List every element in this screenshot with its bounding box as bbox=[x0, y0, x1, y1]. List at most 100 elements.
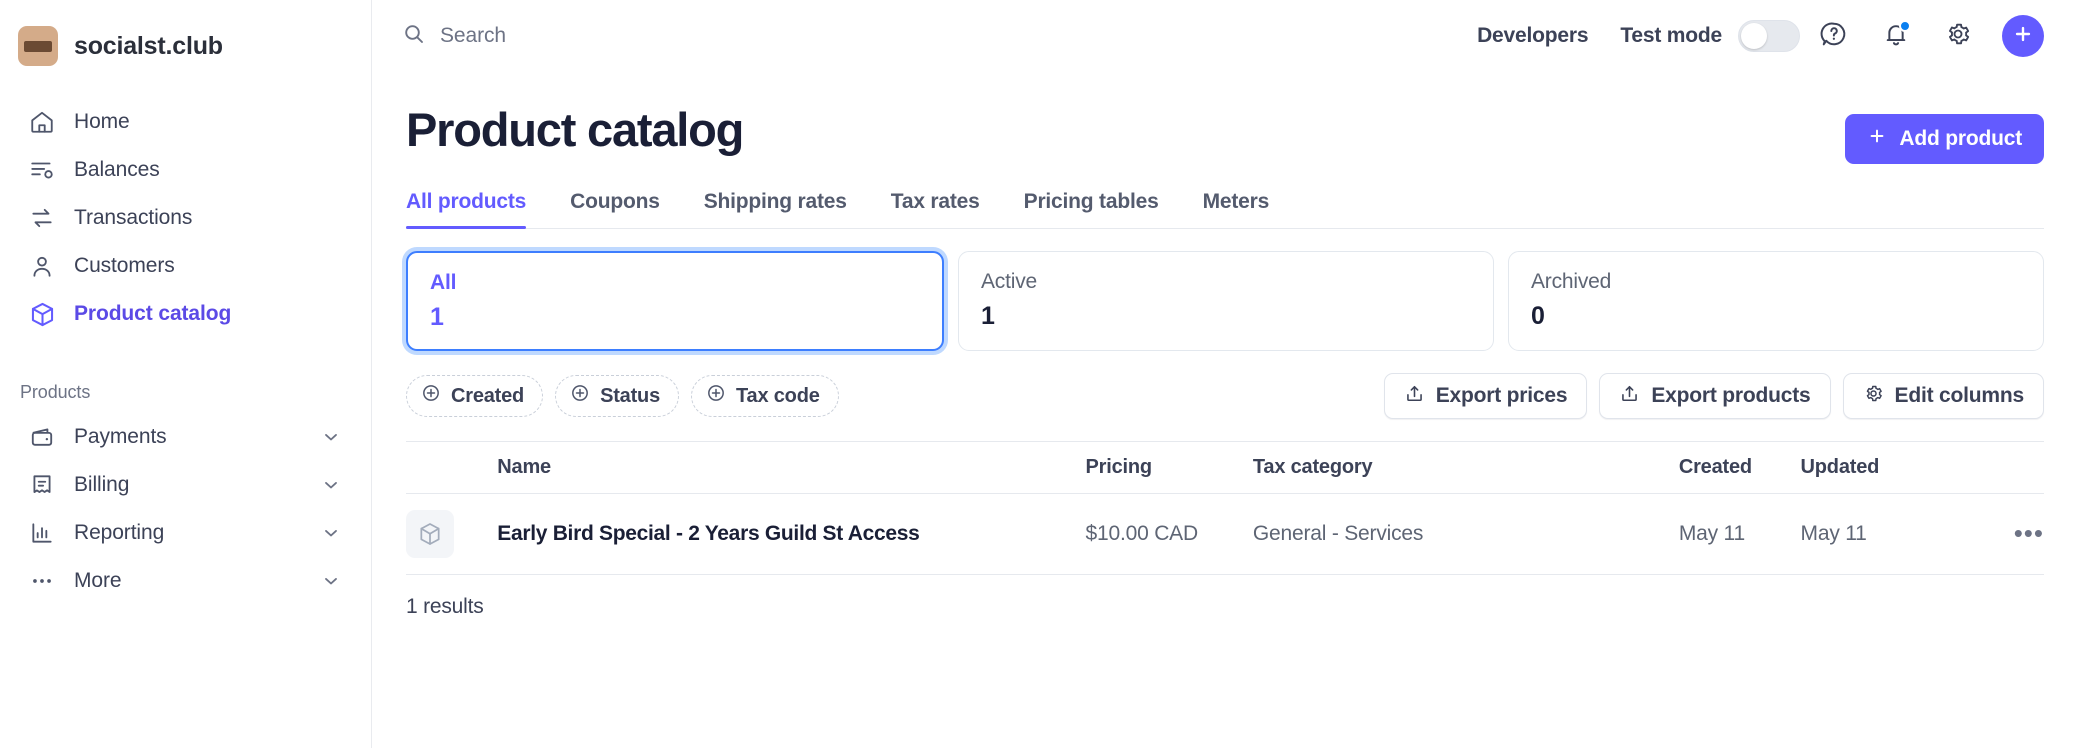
table-body: Early Bird Special - 2 Years Guild St Ac… bbox=[406, 493, 2044, 575]
column-header-pricing: Pricing bbox=[1085, 441, 1253, 494]
developers-link[interactable]: Developers bbox=[1455, 24, 1610, 48]
plus-circle-icon bbox=[570, 383, 590, 409]
column-header-menu bbox=[1983, 441, 2044, 494]
sidebar-item-billing[interactable]: Billing bbox=[10, 461, 361, 509]
sidebar-item-transactions[interactable]: Transactions bbox=[10, 194, 361, 242]
tab-tax-rates[interactable]: Tax rates bbox=[869, 190, 1002, 228]
main-area: Search Developers Test mode Product cata… bbox=[372, 0, 2078, 748]
product-tax-category-cell: General - Services bbox=[1252, 493, 1679, 575]
balances-icon bbox=[28, 156, 56, 184]
product-pricing-cell: $10.00 CAD bbox=[1085, 493, 1253, 575]
sidebar-item-label: Billing bbox=[74, 473, 130, 496]
toggle-knob bbox=[1741, 23, 1767, 49]
stat-card-archived[interactable]: Archived 0 bbox=[1508, 251, 2044, 351]
brand-name: socialst.club bbox=[74, 31, 223, 60]
stat-card-label: Archived bbox=[1531, 270, 1612, 293]
plus-icon bbox=[1867, 126, 1887, 152]
plus-circle-icon bbox=[421, 383, 441, 409]
stat-card-all[interactable]: All 1 bbox=[406, 251, 944, 351]
more-icon bbox=[28, 567, 56, 595]
home-icon bbox=[28, 108, 56, 136]
help-icon bbox=[1820, 20, 1848, 53]
sidebar-item-label: Payments bbox=[74, 425, 167, 448]
sidebar-item-home[interactable]: Home bbox=[10, 98, 361, 146]
sidebar-item-label: More bbox=[74, 569, 122, 592]
edit-columns-button[interactable]: Edit columns bbox=[1842, 373, 2044, 419]
customers-icon bbox=[28, 252, 56, 280]
test-mode-label: Test mode bbox=[1620, 24, 1722, 47]
sidebar-item-product-catalog[interactable]: Product catalog bbox=[10, 290, 361, 338]
plus-circle-icon bbox=[706, 383, 726, 409]
sidebar-item-label: Product catalog bbox=[74, 302, 232, 325]
page-header: Product catalog Add product bbox=[406, 72, 2044, 164]
transactions-icon bbox=[28, 204, 56, 232]
filter-toolbar: Created Status Tax code Export prices Ex… bbox=[406, 373, 2044, 419]
sidebar-item-payments[interactable]: Payments bbox=[10, 413, 361, 461]
settings-button[interactable] bbox=[1930, 8, 1986, 64]
chevron-down-icon bbox=[321, 475, 341, 495]
filter-chip-label: Tax code bbox=[736, 384, 820, 407]
filter-chip-label: Status bbox=[600, 384, 661, 407]
add-product-label: Add product bbox=[1899, 127, 2022, 150]
sidebar-item-customers[interactable]: Customers bbox=[10, 242, 361, 290]
column-header-name: Name bbox=[497, 441, 1086, 494]
row-overflow-menu-icon[interactable]: ••• bbox=[2014, 518, 2044, 548]
chevron-down-icon bbox=[321, 571, 341, 591]
notification-badge bbox=[1899, 20, 1911, 32]
tab-meters[interactable]: Meters bbox=[1181, 190, 1292, 228]
product-name-cell[interactable]: Early Bird Special - 2 Years Guild St Ac… bbox=[497, 493, 1086, 575]
reporting-icon bbox=[28, 519, 56, 547]
sidebar-item-balances[interactable]: Balances bbox=[10, 146, 361, 194]
product-name: Early Bird Special - 2 Years Guild St Ac… bbox=[497, 522, 920, 545]
search-input[interactable]: Search bbox=[402, 22, 506, 51]
tab-coupons[interactable]: Coupons bbox=[548, 190, 682, 228]
app-root: socialst.club Home Balances Transactions… bbox=[0, 0, 2078, 748]
page-title: Product catalog bbox=[406, 103, 744, 156]
tab-pricing-tables[interactable]: Pricing tables bbox=[1002, 190, 1181, 228]
status-filter-cards: All 1 Active 1 Archived 0 bbox=[406, 251, 2044, 351]
filter-chip-status[interactable]: Status bbox=[555, 375, 680, 417]
column-header-icon bbox=[406, 441, 498, 494]
stat-card-value: 1 bbox=[430, 303, 444, 331]
results-count: 1 results bbox=[406, 595, 484, 618]
sidebar-item-label: Balances bbox=[74, 158, 160, 181]
page-content: Product catalog Add product All products… bbox=[372, 72, 2078, 619]
export-products-button[interactable]: Export products bbox=[1599, 373, 1831, 419]
export-prices-label: Export prices bbox=[1435, 384, 1568, 407]
sidebar-item-reporting[interactable]: Reporting bbox=[10, 509, 361, 557]
filter-chip-tax-code[interactable]: Tax code bbox=[691, 375, 839, 417]
export-prices-button[interactable]: Export prices bbox=[1383, 373, 1588, 419]
stat-card-value: 1 bbox=[981, 302, 995, 330]
table-row[interactable]: Early Bird Special - 2 Years Guild St Ac… bbox=[406, 493, 2044, 575]
product-box-icon bbox=[406, 510, 454, 558]
create-new-button[interactable] bbox=[2002, 15, 2044, 57]
notifications-button[interactable] bbox=[1868, 8, 1924, 64]
sidebar-item-label: Reporting bbox=[74, 521, 165, 544]
column-header-created: Created bbox=[1678, 441, 1801, 494]
tab-shipping-rates[interactable]: Shipping rates bbox=[682, 190, 869, 228]
sidebar-item-more[interactable]: More bbox=[10, 557, 361, 605]
chevron-down-icon bbox=[321, 427, 341, 447]
filter-chip-created[interactable]: Created bbox=[406, 375, 544, 417]
plus-icon bbox=[2012, 23, 2034, 50]
product-row-menu-cell: ••• bbox=[1983, 493, 2044, 575]
brand-header[interactable]: socialst.club bbox=[0, 0, 371, 66]
export-products-label: Export products bbox=[1651, 384, 1811, 407]
test-mode-toggle[interactable] bbox=[1738, 20, 1800, 52]
avatar-logo-bar bbox=[24, 40, 52, 52]
sidebar: socialst.club Home Balances Transactions… bbox=[0, 0, 372, 748]
table-header-row: Name Pricing Tax category Created Update… bbox=[406, 441, 2044, 494]
avatar bbox=[18, 26, 58, 66]
products-table: Name Pricing Tax category Created Update… bbox=[406, 441, 2044, 575]
add-product-button[interactable]: Add product bbox=[1845, 114, 2044, 164]
tab-all-products[interactable]: All products bbox=[406, 190, 548, 229]
search-placeholder: Search bbox=[440, 24, 506, 47]
gear-icon bbox=[1863, 383, 1884, 410]
stat-card-label: All bbox=[430, 271, 457, 294]
stat-card-active[interactable]: Active 1 bbox=[958, 251, 1494, 351]
chevron-down-icon bbox=[321, 523, 341, 543]
wallet-icon bbox=[28, 423, 56, 451]
help-button[interactable] bbox=[1806, 8, 1862, 64]
table-actions: Export prices Export products Edit colum… bbox=[1383, 373, 2044, 419]
topbar-actions: Developers Test mode bbox=[1455, 8, 2044, 64]
